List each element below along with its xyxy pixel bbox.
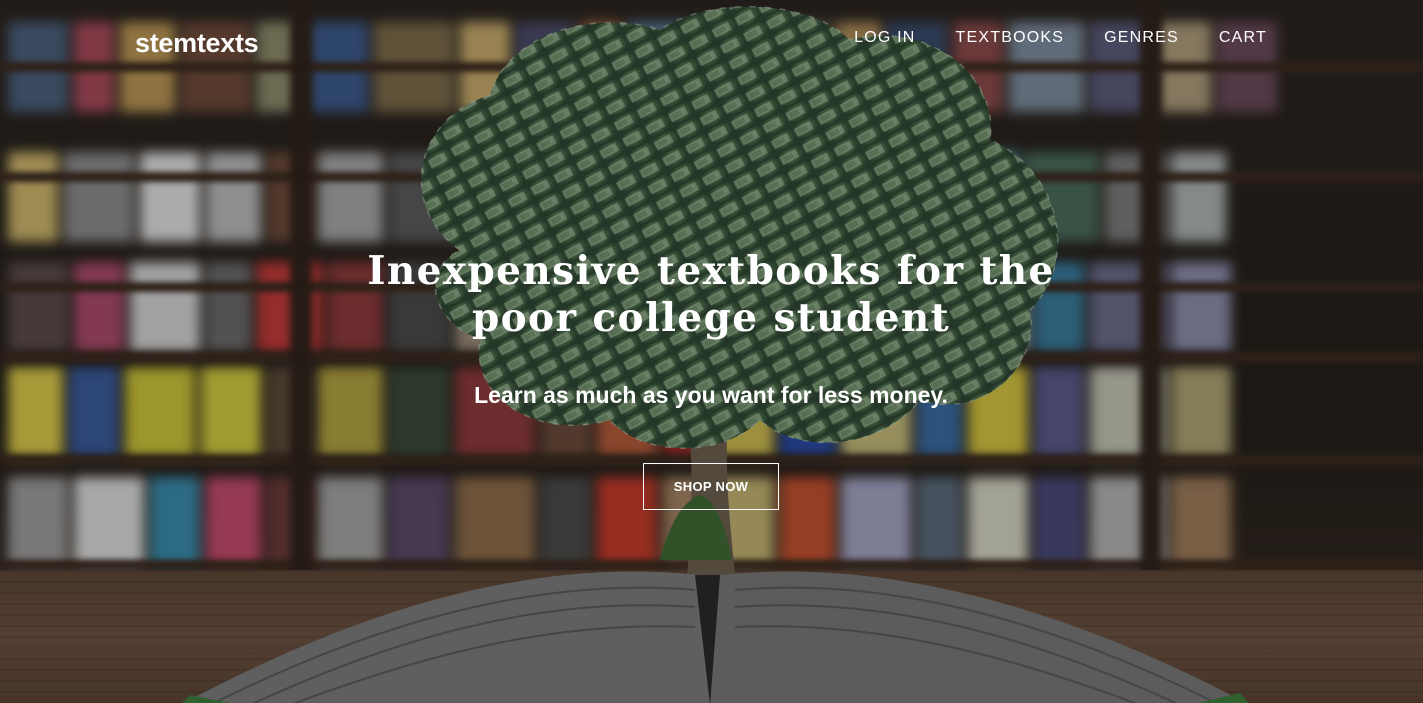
hero-subheadline: Learn as much as you want for less money… bbox=[474, 382, 948, 408]
site-logo[interactable]: stemtexts bbox=[135, 28, 259, 59]
hero-headline-line-2: poor college student bbox=[471, 295, 951, 341]
nav-login-link[interactable]: LOG IN bbox=[854, 29, 915, 47]
nav-textbooks-link[interactable]: TEXTBOOKS bbox=[956, 29, 1065, 47]
background-dim-overlay bbox=[0, 0, 1423, 703]
hero-headline: Inexpensive textbooks for the poor colle… bbox=[361, 248, 1061, 342]
hero-section: stemtexts LOG IN TEXTBOOKS GENRES CART I… bbox=[0, 0, 1423, 703]
hero-headline-line-1: Inexpensive textbooks for the bbox=[367, 248, 1055, 294]
main-nav: LOG IN TEXTBOOKS GENRES CART bbox=[854, 29, 1267, 47]
nav-genres-link[interactable]: GENRES bbox=[1104, 29, 1179, 47]
hero-background-image bbox=[0, 0, 1423, 703]
nav-cart-link[interactable]: CART bbox=[1219, 29, 1267, 47]
shop-now-button[interactable]: SHOP NOW bbox=[643, 463, 779, 510]
